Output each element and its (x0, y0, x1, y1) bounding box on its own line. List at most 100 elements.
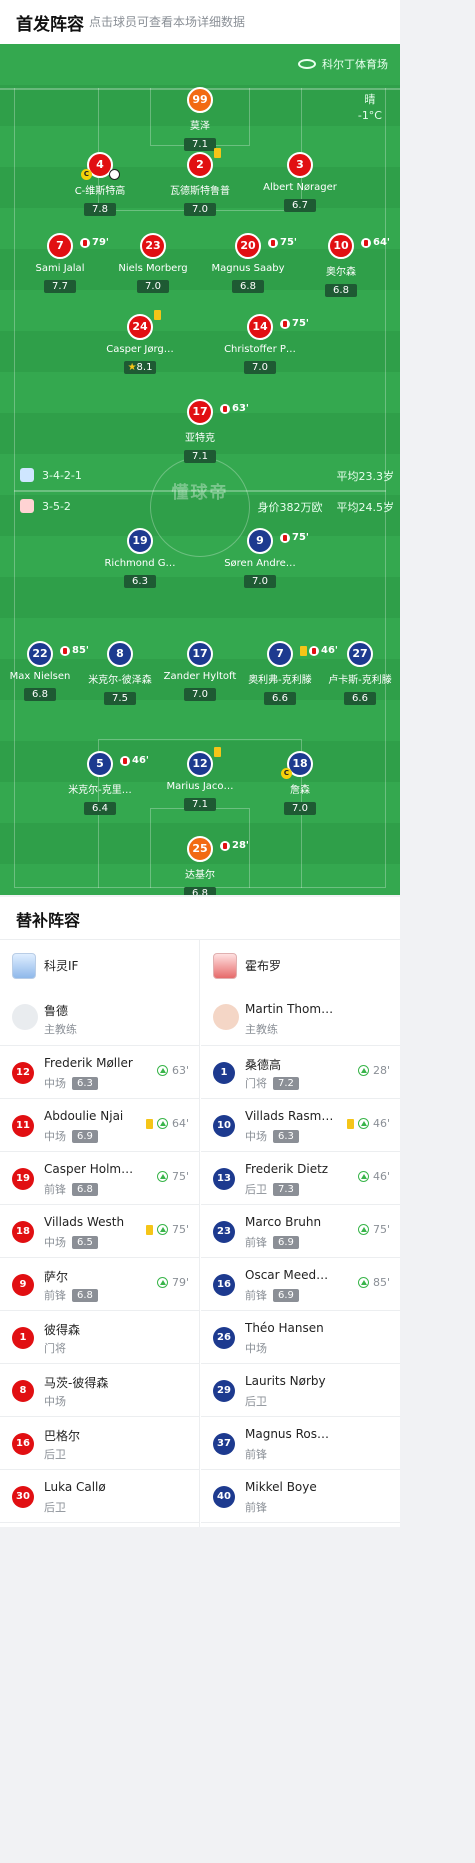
sub-player-row[interactable]: 37 Magnus Ros… 前锋 (201, 1417, 400, 1470)
sub-in-icon (156, 1118, 168, 1129)
weather-condition: 晴 (364, 93, 376, 106)
sub-player-events: 63' (156, 1064, 189, 1077)
sub-player-number: 16 (213, 1274, 235, 1296)
player-rating: 6.3 (124, 575, 156, 588)
away-player[interactable]: 12 Marius Jaco… 7.1 (150, 747, 250, 811)
home-team-row[interactable]: 科灵IF (0, 939, 199, 992)
sub-in-minute: 64' (171, 1117, 189, 1130)
home-player[interactable]: 20 75' Magnus Saaby 6.8 (198, 233, 298, 293)
sub-out-icon (268, 238, 278, 248)
home-player[interactable]: 23 Niels Morberg 7.0 (103, 233, 203, 293)
sub-player-events: 85' (357, 1276, 390, 1289)
sub-in-icon (357, 1118, 369, 1129)
away-player[interactable]: 25 28' 达基尔 6.8 (150, 836, 250, 895)
sub-out-icon (60, 646, 70, 656)
player-number-text: 5 (96, 757, 104, 770)
home-player[interactable]: 2 瓦德斯特鲁普 7.0 (150, 148, 250, 216)
sub-player-position: 中场 (44, 1395, 66, 1408)
home-player[interactable]: 17 63' 亚特克 7.1 (150, 399, 250, 463)
home-player[interactable]: 14 75' Christoffer P… 7.0 (210, 314, 310, 374)
away-player[interactable]: 27 卢卡斯-克利滕 6.6 (310, 641, 400, 705)
sub-player-row[interactable]: 18 Villads Westh 中场 6.5 75' (0, 1205, 199, 1258)
yellow-card-icon (346, 1118, 354, 1129)
sub-player-meta: 门将 7.2 (245, 1075, 299, 1091)
coach-name: 鲁德 (44, 1004, 69, 1018)
sub-in-minute: 28' (372, 1064, 390, 1077)
sub-player-row[interactable]: 30 Luka Callø 后卫 (0, 1470, 199, 1523)
sub-player-number: 12 (12, 1062, 34, 1084)
sub-player-rating: 6.5 (72, 1235, 98, 1249)
away-team-row[interactable]: 霍布罗 (201, 939, 400, 992)
home-coach-row[interactable]: 鲁德 主教练 (0, 992, 199, 1045)
sub-player-row[interactable]: 29 Laurits Nørby 后卫 (201, 1364, 400, 1417)
sub-player-row[interactable]: 16 巴格尔 后卫 (0, 1417, 199, 1470)
sub-player-number: 13 (213, 1168, 235, 1190)
sub-player-position: 门将 (44, 1342, 66, 1355)
sub-player-row[interactable]: 1 桑德高 门将 7.2 28' (201, 1046, 400, 1099)
sub-player-meta: 中场 6.3 (44, 1075, 98, 1091)
sub-player-row[interactable]: 8 马茨-彼得森 中场 (0, 1364, 199, 1417)
sub-player-events: 75' (145, 1223, 189, 1236)
player-number: 7 79' (47, 233, 109, 259)
sub-player-row[interactable]: 1 彼得森 门将 (0, 1311, 199, 1364)
sub-player-row[interactable]: 9 萨尔 前锋 6.8 79' (0, 1258, 199, 1311)
sub-player-row[interactable]: 11 Abdoulie Njai 中场 6.9 64' (0, 1099, 199, 1152)
substitution: 75' (280, 527, 309, 549)
home-player[interactable]: 3 Albert Nørager 6.7 (250, 152, 350, 212)
home-player[interactable]: 10 64' 奥尔森 6.8 (291, 233, 391, 297)
home-player[interactable]: 99 莫泽 7.1 (150, 87, 250, 151)
sub-player-events: 75' (156, 1170, 189, 1183)
player-number: 99 (187, 87, 213, 113)
player-name: 瓦德斯特鲁普 (170, 186, 230, 197)
page-subtitle: 点击球员可查看本场详细数据 (89, 15, 246, 29)
sub-minute: 64' (373, 237, 390, 248)
sub-player-row[interactable]: 40 Mikkel Boye 前锋 (201, 1470, 400, 1523)
away-subs-column: 霍布罗 Martin Thomsen 主教练 1 桑德高 门将 7.2 28' 10 Vil… (201, 939, 400, 1527)
sub-player-meta: 中场 6.9 (44, 1128, 98, 1144)
away-coach-row[interactable]: Martin Thomsen 主教练 (201, 992, 400, 1045)
sub-player-rating: 6.8 (72, 1182, 98, 1196)
player-name: Niels Morberg (118, 263, 188, 274)
away-player[interactable]: 18 C 詹森 7.0 (250, 751, 350, 815)
player-number-text: 2 (196, 158, 204, 171)
sub-player-row[interactable]: 13 Frederik Dietz 后卫 7.3 46' (201, 1152, 400, 1205)
watermark: 懂球帝 (171, 483, 229, 503)
player-number: 12 (187, 747, 221, 777)
away-player[interactable]: 9 75' Søren Andre… 7.0 (210, 528, 310, 588)
sub-player-rating: 7.2 (273, 1076, 299, 1090)
player-number: 3 (287, 152, 313, 178)
player-rating: 6.8 (232, 280, 264, 293)
sub-player-position: 前锋 (245, 1236, 267, 1249)
captain-icon: C (81, 169, 92, 180)
substitutes-section: 替补阵容 科灵IF 鲁德 主教练 12 Frederik Møller 中场 6.3 6… (0, 897, 400, 1527)
sub-player-row[interactable]: 19 Casper Holm… 前锋 6.8 75' (0, 1152, 199, 1205)
sub-out-icon (361, 238, 371, 248)
player-number: 25 28' (187, 836, 249, 862)
sub-player-meta: 前锋 6.9 (245, 1287, 299, 1303)
sub-in-icon (357, 1224, 369, 1235)
home-player[interactable]: 7 79' Sami Jalal 7.7 (10, 233, 110, 293)
away-formation: 3-5-2 (20, 499, 71, 513)
player-name: 米克尔-克里… (68, 785, 132, 796)
away-player[interactable]: 19 Richmond G… 6.3 (90, 528, 190, 588)
player-number: 23 (140, 233, 166, 259)
sub-in-icon (156, 1224, 168, 1235)
player-number-text: 7 (56, 239, 64, 252)
sub-player-position: 前锋 (245, 1501, 267, 1514)
away-team-value: 身价382万欧 (257, 501, 323, 514)
sub-in-icon (156, 1277, 168, 1288)
sub-player-row[interactable]: 10 Villads Rasm… 中场 6.3 46' (201, 1099, 400, 1152)
goal-icon (109, 169, 120, 180)
home-player[interactable]: 24 Casper Jørg… ★8.1 (90, 310, 190, 374)
venue: 科尔丁体育场 (298, 56, 388, 72)
away-player[interactable]: 5 46' 米克尔-克里… 6.4 (50, 751, 150, 815)
home-player[interactable]: 4C C-维斯特高 7.8 (50, 152, 150, 216)
player-number: 27 (347, 641, 373, 667)
star-icon: ★ (127, 362, 137, 373)
sub-player-row[interactable]: 23 Marco Bruhn 前锋 6.9 75' (201, 1205, 400, 1258)
player-name: 奥尔森 (326, 267, 356, 278)
sub-player-row[interactable]: 16 Oscar Meedom 前锋 6.9 85' (201, 1258, 400, 1311)
sub-player-row[interactable]: 26 Théo Hansen 中场 (201, 1311, 400, 1364)
sub-player-row[interactable]: 12 Frederik Møller 中场 6.3 63' (0, 1046, 199, 1099)
sub-player-name: Luka Callø (44, 1480, 106, 1494)
